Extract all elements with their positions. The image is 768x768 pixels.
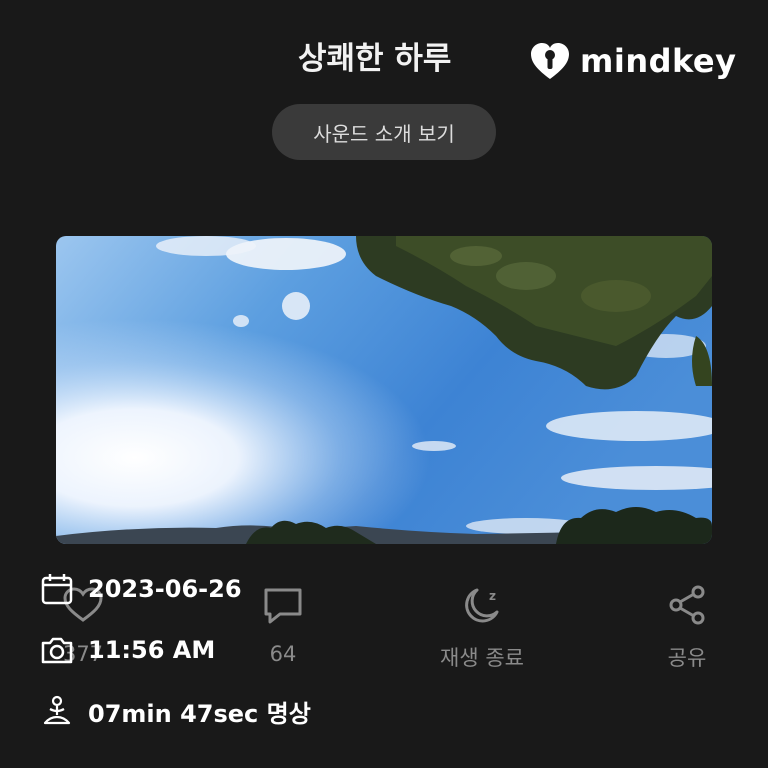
share-button[interactable]: 공유 (664, 582, 710, 672)
moon-zz-icon: z (465, 588, 499, 623)
info-time-row: 11:56 AM (40, 633, 215, 667)
brand-name: mindkey (580, 42, 737, 80)
recorded-time: 11:56 AM (88, 636, 216, 664)
info-date-row: 2023-06-26 (40, 572, 242, 606)
share-label: 공유 (667, 646, 707, 670)
camera-icon (41, 637, 73, 664)
comment-button[interactable]: 64 (260, 582, 306, 666)
share-icon (669, 585, 705, 625)
sound-intro-button[interactable]: 사운드 소개 보기 (272, 104, 496, 160)
brand-heart-icon (531, 43, 569, 79)
comment-count: 64 (269, 642, 297, 666)
comment-icon (264, 588, 302, 624)
info-duration-row: 07min 47sec 명상 (40, 694, 311, 729)
recorded-date: 2023-06-26 (88, 575, 242, 603)
meditation-icon (43, 695, 71, 724)
content-photo (56, 236, 712, 544)
page-title: 상쾌한 하루 (298, 41, 452, 77)
brand-logo: mindkey (528, 38, 736, 84)
calendar-icon (41, 574, 73, 605)
sleep-timer-label: 재생 종료 (440, 646, 524, 670)
session-duration: 07min 47sec 명상 (88, 700, 311, 728)
sleep-timer-button[interactable]: z 재생 종료 (440, 582, 524, 672)
svg-text:z: z (489, 589, 496, 603)
